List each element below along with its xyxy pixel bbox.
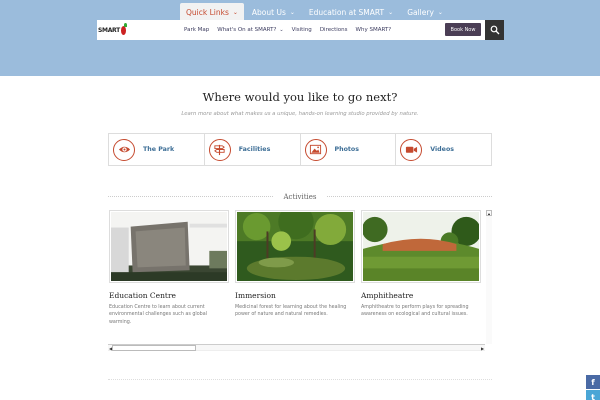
card-videos[interactable]: Videos	[396, 134, 491, 165]
activities-heading: Activities	[283, 193, 317, 201]
card-icon-circle	[400, 138, 423, 161]
card-icon-circle	[304, 138, 327, 161]
activity-title[interactable]: Education Centre	[109, 291, 229, 300]
education-centre-image	[111, 212, 227, 281]
activity-photo[interactable]	[361, 210, 481, 283]
card-the-park[interactable]: The Park	[109, 134, 205, 165]
sub-nav-directions[interactable]: Directions	[320, 27, 348, 33]
scrollbar-thumb[interactable]	[112, 345, 196, 351]
logo-text: SMART	[98, 26, 120, 34]
chevron-down-icon: ⌄	[232, 9, 238, 16]
footer-divider	[108, 379, 492, 380]
sub-nav-label: Park Map	[184, 27, 210, 33]
facebook-button[interactable]: f	[586, 375, 600, 389]
sub-nav-label: Visiting	[291, 27, 312, 33]
chevron-down-icon: ⌄	[388, 9, 394, 16]
activity-photo[interactable]	[235, 210, 355, 283]
card-icon-circle	[113, 138, 135, 161]
page-heading: Where would you like to go next?	[202, 90, 398, 104]
page-tagline: Learn more about what makes us a unique,…	[181, 111, 419, 117]
nav-item-label: Quick Links	[186, 8, 229, 17]
activity-card-amphitheatre[interactable]: Amphitheatre Amphitheatre to perform pla…	[361, 210, 481, 319]
image-icon	[309, 144, 322, 155]
card-label: Videos	[430, 146, 455, 153]
sub-nav-why-smart[interactable]: Why SMART?	[356, 27, 392, 33]
activity-description: Amphitheatre to perform plays for spread…	[361, 305, 469, 318]
nav-item-label: Gallery	[407, 8, 434, 17]
sub-nav-links: Park Map What's On at SMART? ⌄ Visiting D…	[184, 27, 399, 33]
twitter-button[interactable]: t	[586, 390, 600, 400]
chevron-down-icon: ⌄	[289, 9, 295, 16]
sub-nav-label: Why SMART?	[355, 27, 392, 33]
chevron-down-icon: ⌄	[279, 27, 284, 33]
card-label: The Park	[143, 146, 175, 153]
twitter-icon: t	[591, 392, 595, 400]
card-photos[interactable]: Photos	[301, 134, 397, 165]
scroll-right-arrow-icon[interactable]: ▶	[480, 345, 485, 351]
eye-icon	[118, 146, 130, 153]
immersion-image	[237, 211, 353, 281]
video-camera-icon	[405, 146, 417, 153]
sub-nav-park-map[interactable]: Park Map	[184, 27, 209, 33]
sub-nav-label: What's On at SMART?	[217, 27, 277, 33]
sub-nav-bar: SMART Park Map What's On at SMART? ⌄ Visi…	[97, 20, 504, 40]
search-button[interactable]	[485, 20, 504, 40]
card-label: Facilities	[238, 146, 271, 153]
facebook-icon: f	[591, 377, 595, 387]
scroll-up-arrow-icon[interactable]: ▴	[486, 210, 492, 216]
sub-nav-label: Directions	[319, 27, 348, 33]
nav-item-label: About Us	[251, 8, 286, 17]
quick-cards: The Park Facilities Photos Videos	[108, 133, 492, 166]
apple-icon	[120, 22, 128, 35]
amphitheatre-image	[362, 212, 480, 281]
sub-nav-whats-on[interactable]: What's On at SMART? ⌄	[217, 27, 283, 33]
activity-title[interactable]: Amphitheatre	[361, 291, 481, 300]
activity-card-education-centre[interactable]: Education Centre Education Centre to lea…	[109, 210, 229, 326]
book-now-button[interactable]: Book Now	[445, 23, 481, 36]
signpost-icon	[214, 144, 226, 156]
smart-logo[interactable]: SMART	[98, 22, 128, 38]
nav-item-label: Education at SMART	[308, 8, 385, 17]
activity-title[interactable]: Immersion	[235, 291, 355, 300]
activities-horizontal-scrollbar[interactable]: ◀ ▶	[108, 344, 485, 351]
sub-nav-visiting[interactable]: Visiting	[292, 27, 312, 33]
activity-card-immersion[interactable]: Immersion Medicinal forest for learning …	[235, 210, 355, 319]
card-facilities[interactable]: Facilities	[205, 134, 301, 165]
activity-description: Medicinal forest for learning about the …	[235, 305, 347, 318]
chevron-down-icon: ⌄	[437, 9, 443, 16]
card-icon-circle	[208, 138, 231, 161]
activity-description: Education Centre to learn about current …	[109, 305, 207, 325]
search-icon	[490, 25, 499, 35]
activities-vertical-scrollbar[interactable]: ▴	[486, 210, 492, 344]
activity-photo[interactable]	[109, 210, 229, 283]
card-label: Photos	[334, 146, 360, 153]
